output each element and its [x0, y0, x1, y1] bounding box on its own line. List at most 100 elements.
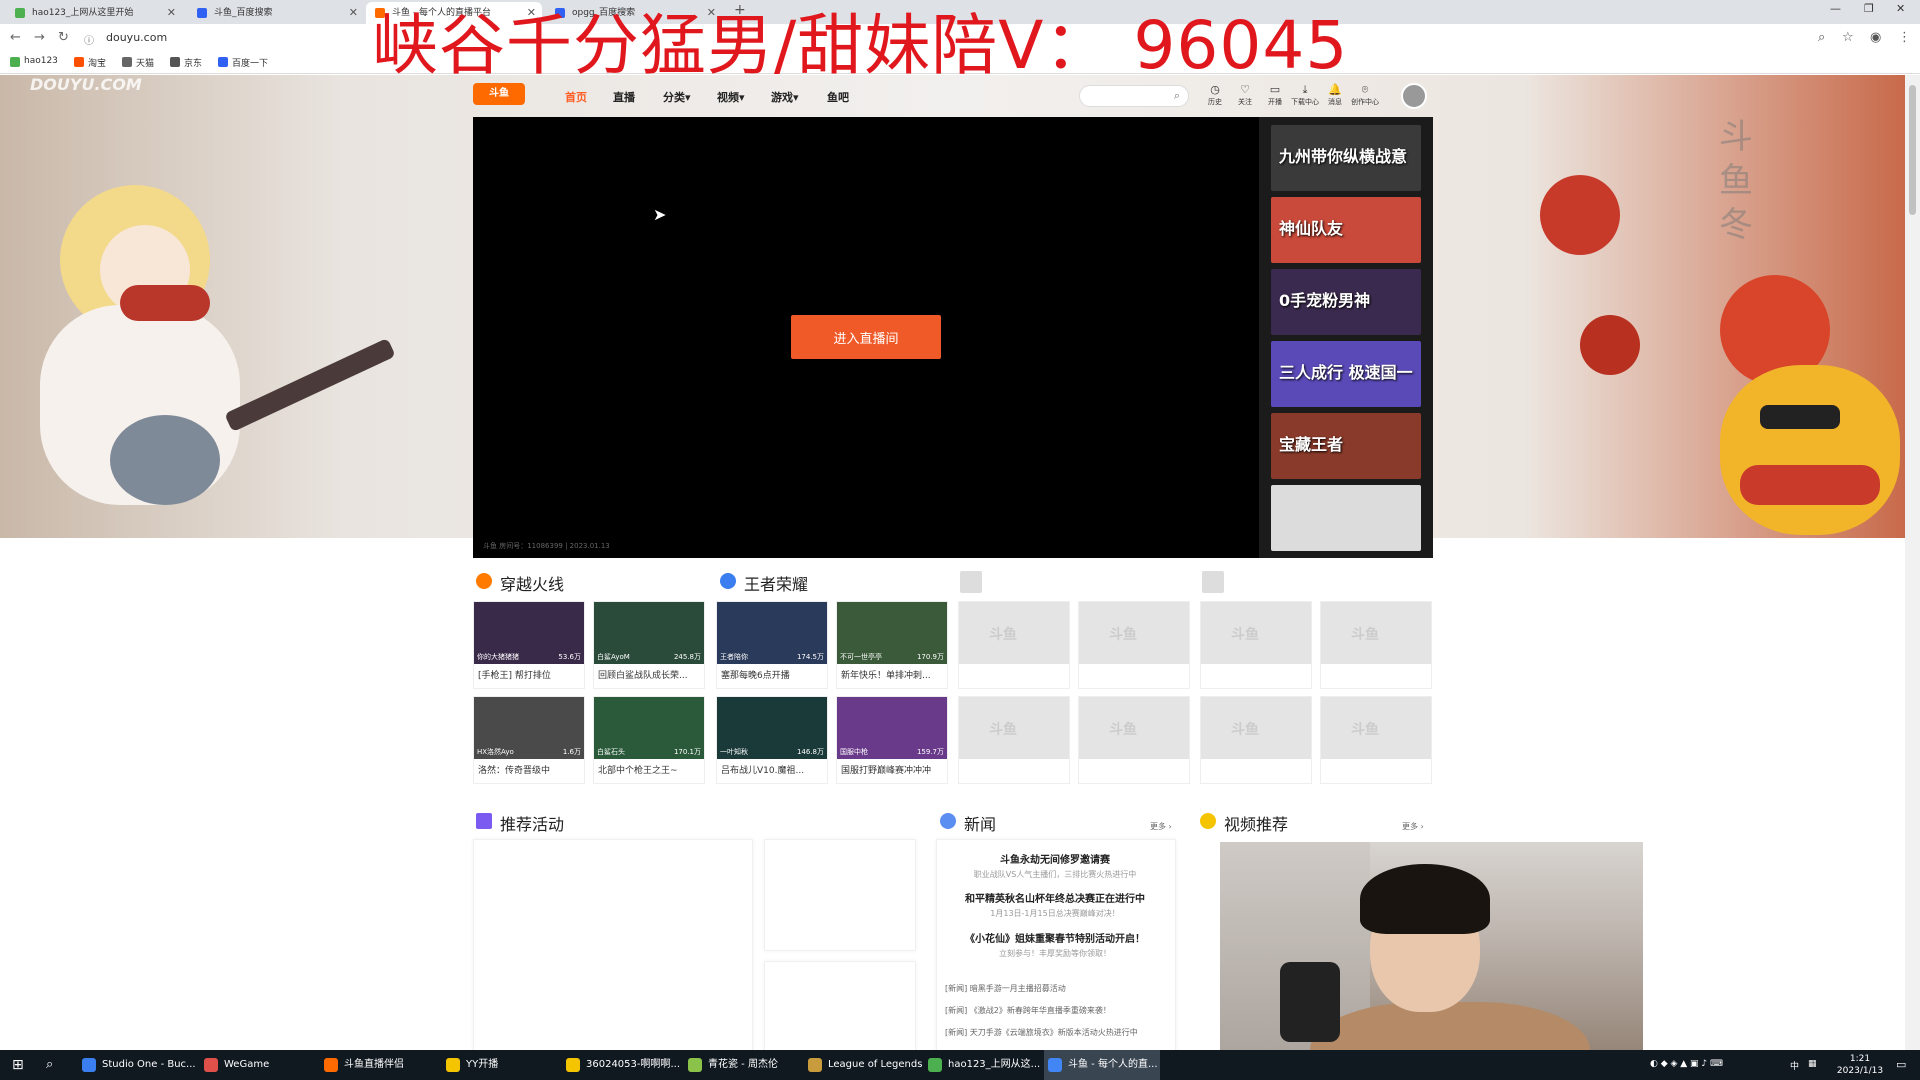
- tab-close-icon[interactable]: ✕: [167, 2, 176, 24]
- activity-banner[interactable]: [473, 839, 753, 1050]
- header-creator[interactable]: ⌾ 创作中心: [1351, 83, 1379, 107]
- bookmark-favicon-icon: [218, 57, 228, 67]
- minimize-icon[interactable]: —: [1830, 2, 1841, 15]
- window-close-icon[interactable]: ✕: [1896, 2, 1905, 15]
- activity-banner[interactable]: [764, 961, 916, 1050]
- section-title-text: 穿越火线: [500, 575, 565, 594]
- stream-card[interactable]: HX洛然Ayo 1.6万 洛然：传奇晋级中: [473, 696, 585, 784]
- section-title-cf[interactable]: 穿越火线: [476, 571, 564, 595]
- nav-yuba[interactable]: 鱼吧: [827, 89, 849, 105]
- stream-card[interactable]: 白鲨AyoM 245.8万 回顾白鲨战队成长荣...: [593, 601, 705, 689]
- recommend-card[interactable]: 0手宠粉男神: [1271, 269, 1421, 335]
- calendar-icon[interactable]: ▦: [1808, 1059, 1817, 1069]
- stream-card[interactable]: 国服中枪 159.7万 国服打野巅峰赛冲冲冲: [836, 696, 948, 784]
- notification-icon[interactable]: ▭: [1896, 1058, 1906, 1071]
- news-feature-item[interactable]: 和平精英秋名山杯年终总决赛正在进行中 1月13日-1月15日总决赛巅峰对决！: [937, 890, 1173, 919]
- header-messages[interactable]: 🔔 消息: [1321, 83, 1349, 107]
- stream-card[interactable]: 你的大猪猪猪 53.6万 [手枪王] 帮打排位: [473, 601, 585, 689]
- zoom-icon[interactable]: ⌕: [1818, 30, 1825, 45]
- bookmark-item[interactable]: hao123: [10, 56, 58, 67]
- enter-room-button[interactable]: 进入直播间: [791, 315, 941, 359]
- taskbar-app[interactable]: 36024053-啊啊啊...: [562, 1050, 680, 1080]
- back-icon[interactable]: ←: [10, 30, 21, 45]
- scrollbar-thumb[interactable]: [1909, 85, 1916, 215]
- taskbar-app[interactable]: 青花瓷 - 周杰伦: [684, 1050, 796, 1080]
- bookmark-favicon-icon: [170, 57, 180, 67]
- taskbar-app[interactable]: hao123_上网从这...: [924, 1050, 1040, 1080]
- reload-icon[interactable]: ↻: [58, 30, 69, 45]
- header-download[interactable]: ⤓ 下载中心: [1291, 83, 1319, 107]
- news-link[interactable]: [新闻] 《激战2》新春跨年华直播季重磅来袭！: [945, 1005, 1111, 1016]
- windows-start-icon[interactable]: ⊞: [12, 1057, 24, 1073]
- menu-icon[interactable]: ⋮: [1898, 30, 1911, 45]
- recommend-card-placeholder[interactable]: [1271, 485, 1421, 551]
- bookmark-label: 天猫: [136, 59, 155, 69]
- news-more-link[interactable]: 更多 ›: [1150, 821, 1172, 832]
- news-feature-item[interactable]: 斗鱼永劫无间修罗邀请赛 职业战队VS人气主播们，三排比赛火热进行中: [937, 851, 1173, 880]
- tab-close-icon[interactable]: ✕: [349, 2, 358, 24]
- page-scrollbar[interactable]: [1905, 75, 1920, 1050]
- nav-category[interactable]: 分类▾: [663, 89, 691, 105]
- taskbar-app[interactable]: YY开播: [442, 1050, 554, 1080]
- tab-title: 斗鱼_百度搜索: [214, 8, 273, 18]
- stream-card[interactable]: 王者陪你 174.5万 塞那每晚6点开播: [716, 601, 828, 689]
- browser-tab[interactable]: 斗鱼_百度搜索 ✕: [188, 2, 364, 24]
- browser-tab[interactable]: hao123_上网从这里开始 ✕: [6, 2, 182, 24]
- recommend-card[interactable]: 九州带你纵横战意: [1271, 125, 1421, 191]
- user-avatar[interactable]: [1401, 83, 1427, 109]
- site-search[interactable]: ⌕: [1079, 85, 1189, 107]
- header-follow[interactable]: ♡ 关注: [1231, 83, 1259, 107]
- taskbar-app-active[interactable]: 斗鱼 - 每个人的直...: [1044, 1050, 1160, 1080]
- site-info-icon[interactable]: ⓘ: [84, 32, 94, 47]
- live-player[interactable]: ➤ 进入直播间 斗鱼 房间号：11086399 | 2023.01.13 九州带…: [473, 117, 1433, 558]
- streamer-name: 一叶知秋: [720, 748, 748, 756]
- bookmark-item[interactable]: 京东: [170, 56, 202, 69]
- placeholder-thumbnail: 斗鱼: [1201, 602, 1311, 664]
- video-more-link[interactable]: 更多 ›: [1402, 821, 1424, 832]
- clock-time: 1:21: [1849, 1054, 1871, 1064]
- nav-live[interactable]: 直播: [613, 89, 635, 105]
- search-icon[interactable]: ⌕: [46, 1057, 53, 1072]
- douyu-logo[interactable]: 斗鱼: [473, 83, 525, 105]
- taskbar-app[interactable]: WeGame: [200, 1050, 312, 1080]
- taskbar-app[interactable]: 斗鱼直播伴侣: [320, 1050, 432, 1080]
- recommend-card[interactable]: 神仙队友: [1271, 197, 1421, 263]
- bookmark-item[interactable]: 淘宝: [74, 56, 106, 69]
- system-clock[interactable]: 1:21 2023/1/13: [1830, 1053, 1890, 1077]
- profile-icon[interactable]: ◉: [1870, 30, 1881, 45]
- hot-count: 170.9万: [916, 653, 944, 661]
- nav-home[interactable]: 首页: [565, 89, 587, 105]
- card-placeholder: 斗鱼: [1320, 696, 1432, 784]
- activity-banner[interactable]: [764, 839, 916, 951]
- news-feature-item[interactable]: 《小花仙》姐妹重聚春节特别活动开启！ 立刻参与！丰厚奖励等你领取！: [937, 930, 1173, 959]
- forward-icon[interactable]: →: [34, 30, 45, 45]
- taskbar-app[interactable]: Studio One - Buc...: [78, 1050, 196, 1080]
- header-broadcast[interactable]: ▭ 开播: [1261, 83, 1289, 107]
- bookmark-star-icon[interactable]: ☆: [1842, 30, 1854, 45]
- maximize-icon[interactable]: ❐: [1864, 2, 1874, 15]
- section-title-wzry[interactable]: 王者荣耀: [720, 571, 808, 595]
- app-icon: [928, 1058, 942, 1072]
- header-history[interactable]: ◷ 历史: [1201, 83, 1229, 107]
- app-label: Studio One - Buc...: [102, 1059, 196, 1070]
- nav-video[interactable]: 视频▾: [717, 89, 745, 105]
- stream-title: 新年快乐！单排冲刺...: [841, 671, 931, 681]
- recommend-card[interactable]: 三人成行 极速国一: [1271, 341, 1421, 407]
- stream-card[interactable]: 一叶知秋 146.8万 吕布战儿V10.魔祖...: [716, 696, 828, 784]
- hot-count: 159.7万: [916, 748, 944, 756]
- news-link[interactable]: [新闻] 暗黑手游一月主播招募活动: [945, 983, 1066, 994]
- stream-card[interactable]: 不可一世亭亭 170.9万 新年快乐！单排冲刺...: [836, 601, 948, 689]
- tray-icons[interactable]: ◐ ◆ ◈ ▲ ▣ ♪ ⌨: [1650, 1059, 1723, 1069]
- bookmark-item[interactable]: 天猫: [122, 56, 154, 69]
- bookmark-item[interactable]: 百度一下: [218, 56, 268, 69]
- ime-indicator[interactable]: 中: [1790, 1059, 1799, 1072]
- search-input[interactable]: [1090, 89, 1170, 107]
- search-icon[interactable]: ⌕: [1174, 89, 1180, 103]
- app-icon: [808, 1058, 822, 1072]
- stream-card[interactable]: 白鲨石头 170.1万 北部中个枪王之王~: [593, 696, 705, 784]
- nav-games[interactable]: 游戏▾: [771, 89, 799, 105]
- recommend-card[interactable]: 宝藏王者: [1271, 413, 1421, 479]
- news-link[interactable]: [新闻] 天刀手游《云端旅境衣》新版本活动火热进行中: [945, 1027, 1138, 1038]
- hot-count: 170.1万: [673, 748, 701, 756]
- taskbar-app[interactable]: League of Legends: [804, 1050, 922, 1080]
